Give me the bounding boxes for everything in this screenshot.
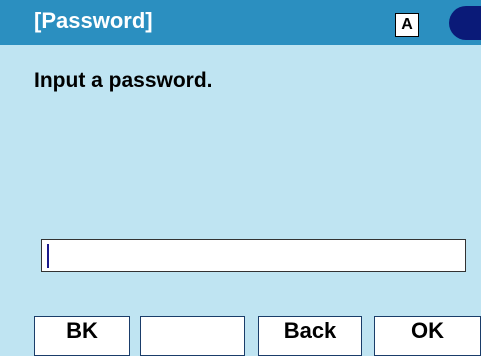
- prompt-text: Input a password.: [34, 69, 213, 92]
- screen-title: [Password]: [34, 8, 153, 33]
- input-mode-badge: A: [395, 13, 419, 37]
- softkey-ok-label: OK: [411, 318, 444, 343]
- status-indicator-icon: [449, 6, 481, 40]
- softkey-back-label: Back: [283, 318, 337, 343]
- title-bar: [Password] A: [0, 0, 481, 45]
- softkey-blank-button[interactable]: [140, 316, 245, 356]
- softkey-back-button[interactable]: Back: [258, 316, 362, 356]
- softkey-ok-button[interactable]: OK: [374, 316, 481, 356]
- softkey-bk-label: BK: [66, 318, 98, 343]
- password-input[interactable]: [41, 239, 466, 272]
- softkey-bk-button[interactable]: BK: [34, 316, 130, 356]
- text-cursor: [47, 244, 49, 268]
